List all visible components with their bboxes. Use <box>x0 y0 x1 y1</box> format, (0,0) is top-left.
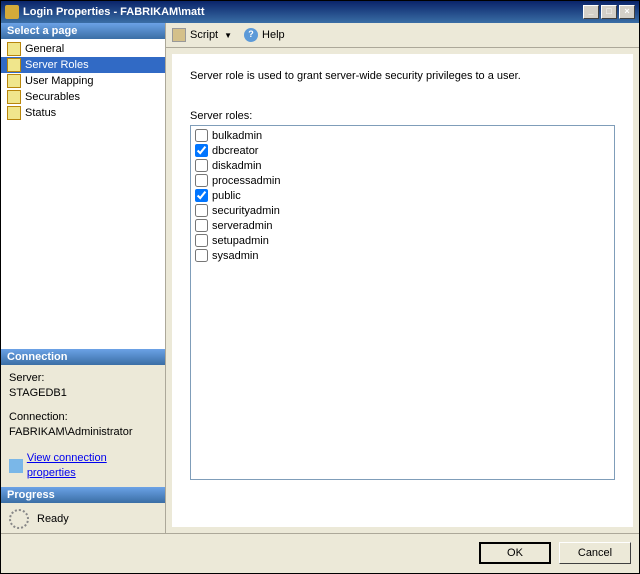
role-checkbox-dbcreator[interactable] <box>195 144 208 157</box>
role-label: bulkadmin <box>212 130 262 142</box>
page-item-securables[interactable]: Securables <box>1 89 165 105</box>
role-label: dbcreator <box>212 145 258 157</box>
role-checkbox-bulkadmin[interactable] <box>195 129 208 142</box>
connection-header: Connection <box>1 349 165 365</box>
view-connection-properties-link[interactable]: View connection properties <box>27 451 157 482</box>
role-row: securityadmin <box>195 203 610 218</box>
role-checkbox-sysadmin[interactable] <box>195 249 208 262</box>
page-item-status[interactable]: Status <box>1 105 165 121</box>
select-page-header: Select a page <box>1 23 165 39</box>
help-button[interactable]: Help <box>262 29 285 41</box>
role-checkbox-public[interactable] <box>195 189 208 202</box>
role-label: public <box>212 190 241 202</box>
server-roles-listbox: bulkadmin dbcreator diskadmin processadm… <box>190 125 615 480</box>
maximize-button[interactable]: □ <box>601 5 617 19</box>
role-label: processadmin <box>212 175 280 187</box>
help-icon: ? <box>244 28 258 42</box>
role-label: diskadmin <box>212 160 262 172</box>
role-row: bulkadmin <box>195 128 610 143</box>
role-label: serveradmin <box>212 220 273 232</box>
role-row: processadmin <box>195 173 610 188</box>
role-checkbox-diskadmin[interactable] <box>195 159 208 172</box>
server-label: Server: <box>9 371 157 386</box>
connection-value: FABRIKAM\Administrator <box>9 425 157 440</box>
page-icon <box>7 90 21 104</box>
connection-properties-icon <box>9 459 23 473</box>
progress-status: Ready <box>37 513 69 525</box>
server-roles-label: Server roles: <box>190 110 615 122</box>
progress-area: Ready <box>1 503 165 535</box>
page-item-server-roles[interactable]: Server Roles <box>1 57 165 73</box>
page-icon <box>7 58 21 72</box>
script-dropdown-icon[interactable]: ▼ <box>224 31 232 40</box>
minimize-button[interactable]: _ <box>583 5 599 19</box>
dialog-body: Select a page General Server Roles User … <box>1 23 639 533</box>
page-label: Securables <box>25 91 80 103</box>
page-item-user-mapping[interactable]: User Mapping <box>1 73 165 89</box>
ok-button[interactable]: OK <box>479 542 551 564</box>
role-row: serveradmin <box>195 218 610 233</box>
window-controls: _ □ × <box>583 5 635 19</box>
role-row: sysadmin <box>195 248 610 263</box>
description-text: Server role is used to grant server-wide… <box>190 70 615 82</box>
role-checkbox-processadmin[interactable] <box>195 174 208 187</box>
page-label: Server Roles <box>25 59 89 71</box>
role-label: sysadmin <box>212 250 258 262</box>
close-button[interactable]: × <box>619 5 635 19</box>
role-checkbox-setupadmin[interactable] <box>195 234 208 247</box>
progress-spinner-icon <box>9 509 29 529</box>
right-panel: Script ▼ ? Help Server role is used to g… <box>166 23 639 533</box>
left-panel: Select a page General Server Roles User … <box>1 23 166 533</box>
role-label: securityadmin <box>212 205 280 217</box>
connection-label: Connection: <box>9 410 157 425</box>
script-button[interactable]: Script <box>190 29 218 41</box>
script-icon <box>172 28 186 42</box>
titlebar: Login Properties - FABRIKAM\matt _ □ × <box>1 1 639 23</box>
window-title: Login Properties - FABRIKAM\matt <box>23 6 205 18</box>
page-item-general[interactable]: General <box>1 41 165 57</box>
role-row: public <box>195 188 610 203</box>
progress-header: Progress <box>1 487 165 503</box>
page-icon <box>7 74 21 88</box>
page-icon <box>7 42 21 56</box>
toolbar: Script ▼ ? Help <box>166 23 639 48</box>
page-label: Status <box>25 107 56 119</box>
role-label: setupadmin <box>212 235 269 247</box>
cancel-button[interactable]: Cancel <box>559 542 631 564</box>
page-icon <box>7 106 21 120</box>
page-list: General Server Roles User Mapping Secura… <box>1 39 165 349</box>
role-checkbox-serveradmin[interactable] <box>195 219 208 232</box>
page-label: User Mapping <box>25 75 93 87</box>
role-row: dbcreator <box>195 143 610 158</box>
page-label: General <box>25 43 64 55</box>
content-area: Server role is used to grant server-wide… <box>172 54 633 527</box>
role-checkbox-securityadmin[interactable] <box>195 204 208 217</box>
connection-area: Server: STAGEDB1 Connection: FABRIKAM\Ad… <box>1 365 165 487</box>
server-value: STAGEDB1 <box>9 386 157 401</box>
role-row: diskadmin <box>195 158 610 173</box>
dialog-footer: OK Cancel <box>1 533 639 573</box>
role-row: setupadmin <box>195 233 610 248</box>
app-icon <box>5 5 19 19</box>
